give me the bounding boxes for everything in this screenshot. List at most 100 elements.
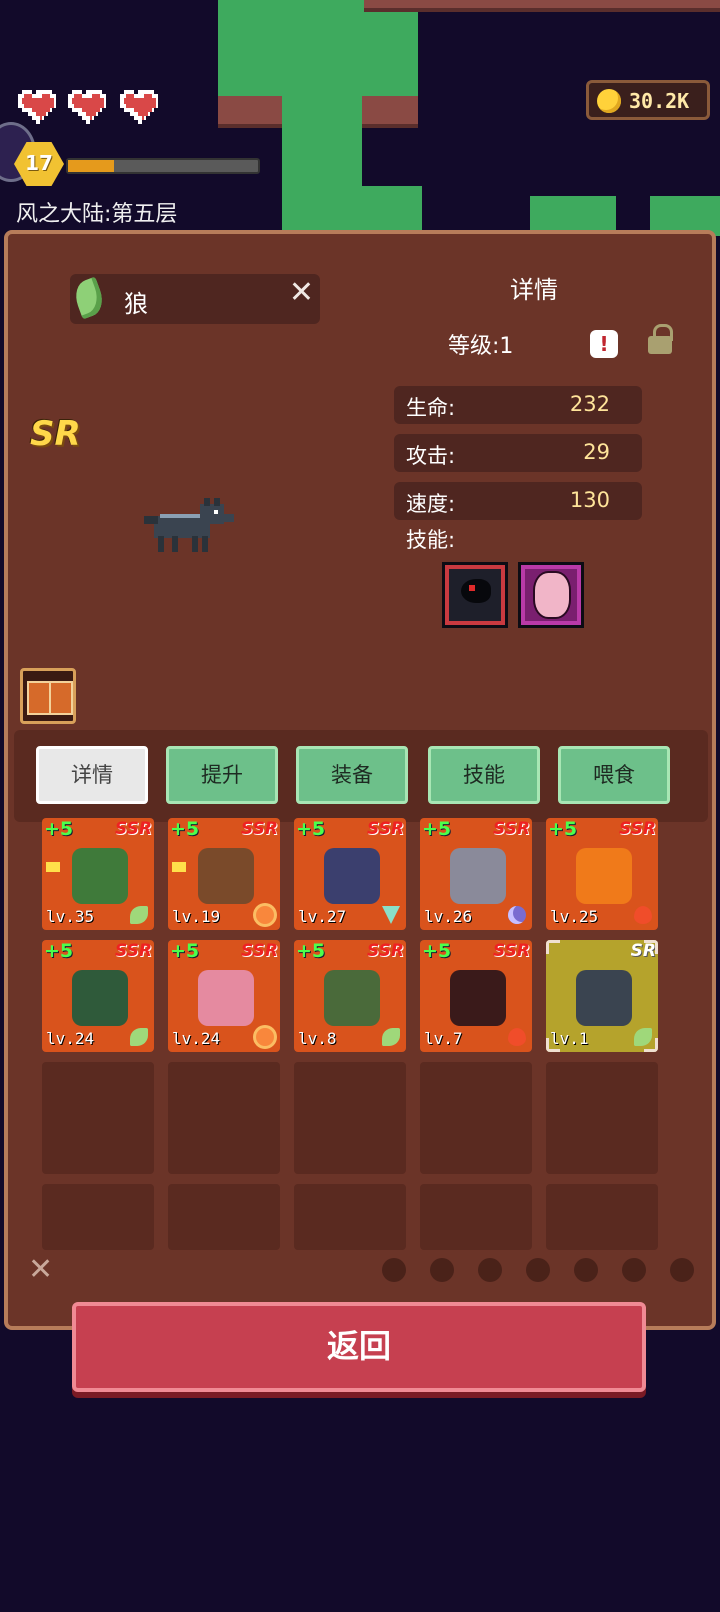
pet-slot[interactable]: +5 SSR lv.26 [420, 818, 532, 930]
enhance-level: +5 [548, 818, 578, 840]
stat-label: 攻击: [406, 444, 456, 468]
flag-icon [172, 862, 186, 872]
pet-slot[interactable]: +5 SSR lv.8 [294, 940, 406, 1052]
empty-pet-slot[interactable] [420, 1184, 532, 1250]
stat-value: 29 [583, 440, 610, 464]
empty-pet-slot[interactable] [294, 1184, 406, 1250]
empty-pet-slot[interactable] [168, 1062, 280, 1174]
stat-row-hp: 生命: 232 [394, 386, 642, 424]
enhance-level: +5 [44, 940, 74, 962]
empty-pet-slot[interactable] [546, 1062, 658, 1174]
rarity-label: SSR [115, 819, 152, 839]
skills-label: 技能: [406, 528, 456, 552]
coin-amount: 30.2K [629, 89, 690, 113]
monster-sprite [324, 848, 380, 904]
tab-3[interactable]: 技能 [428, 746, 540, 804]
fire-filter-icon[interactable] [574, 1258, 598, 1282]
enhance-level: +5 [44, 818, 74, 840]
tab-1[interactable]: 提升 [166, 746, 278, 804]
pet-slot[interactable]: +5 SSR lv.19 [168, 818, 280, 930]
rarity-label: SSR [241, 941, 278, 961]
fire-element-icon [508, 1028, 526, 1046]
rarity-label: SSR [115, 941, 152, 961]
mask-skill-icon[interactable] [518, 562, 584, 628]
player-level-value: 17 [25, 151, 53, 175]
pet-slot[interactable]: +5 SSR lv.24 [42, 940, 154, 1052]
enhance-level: +5 [296, 818, 326, 840]
enhance-level: +5 [422, 940, 452, 962]
sun-element-icon [256, 906, 274, 924]
alert-icon[interactable]: ! [590, 330, 618, 358]
map-dirt-ledge [362, 96, 418, 128]
enhance-level: +5 [170, 940, 200, 962]
pet-slot[interactable]: +5 SSR lv.35 [42, 818, 154, 930]
empty-pet-slot[interactable] [42, 1184, 154, 1250]
xp-bar [66, 158, 260, 174]
return-button[interactable]: 返回 [72, 1302, 646, 1392]
stage-label: 风之大陆:第五层 [16, 202, 178, 227]
selection-corner [644, 940, 658, 954]
stat-value: 232 [569, 392, 610, 416]
moon-filter-icon[interactable] [670, 1258, 694, 1282]
pet-level-label: lv.26 [424, 907, 473, 926]
tab-0[interactable]: 详情 [36, 746, 148, 804]
monster-sprite [198, 970, 254, 1026]
water-filter-icon[interactable] [478, 1258, 502, 1282]
fire-element-icon [634, 906, 652, 924]
leaf-element-icon [130, 1028, 148, 1046]
selection-corner [546, 1038, 560, 1052]
raven-skill-icon[interactable] [442, 562, 508, 628]
pet-slot[interactable]: SR lv.1 [546, 940, 658, 1052]
tab-2[interactable]: 装备 [296, 746, 408, 804]
empty-pet-slot[interactable] [546, 1184, 658, 1250]
enhance-level: +5 [422, 818, 452, 840]
pet-level-label: lv.24 [46, 1029, 95, 1048]
pet-name: 狼 [124, 290, 148, 318]
leaf-filter-icon[interactable] [382, 1258, 406, 1282]
monster-sprite [450, 848, 506, 904]
heart-icon [120, 90, 158, 124]
monster-sprite [450, 970, 506, 1026]
rarity-label: SSR [367, 819, 404, 839]
rarity-label: SSR [493, 819, 530, 839]
tab-4[interactable]: 喂食 [558, 746, 670, 804]
map-grass-tile [218, 0, 418, 96]
pet-slot[interactable]: +5 SSR lv.27 [294, 818, 406, 930]
filter-clear-icon[interactable]: ✕ [28, 1252, 53, 1287]
leaf-element-icon [382, 1028, 400, 1046]
rarity-badge: SR [30, 414, 81, 454]
pet-slot[interactable]: +5 SSR lv.24 [168, 940, 280, 1052]
earth-filter-icon[interactable] [430, 1258, 454, 1282]
empty-pet-slot[interactable] [168, 1184, 280, 1250]
coin-icon [597, 89, 621, 113]
lock-icon[interactable] [648, 324, 674, 354]
monster-sprite [576, 970, 632, 1026]
enhance-level: +5 [296, 940, 326, 962]
monster-sprite [198, 848, 254, 904]
empty-pet-slot[interactable] [420, 1062, 532, 1174]
sun-filter-icon[interactable] [622, 1258, 646, 1282]
pet-level-label: lv.35 [46, 907, 95, 926]
stat-label: 速度: [406, 492, 456, 516]
pet-name-box: 狼 ✕ [70, 274, 320, 324]
stat-label: 生命: [406, 396, 456, 420]
wind-filter-icon[interactable] [526, 1258, 550, 1282]
map-dirt-ledge [218, 96, 282, 128]
map-dirt-ledge [364, 0, 720, 12]
rarity-label: SSR [493, 941, 530, 961]
rarity-label: SSR [241, 819, 278, 839]
pet-slot[interactable]: +5 SSR lv.7 [420, 940, 532, 1052]
empty-pet-slot[interactable] [42, 1062, 154, 1174]
xp-bar-fill [68, 160, 114, 172]
monster-sprite [576, 848, 632, 904]
leaf-element-icon [130, 906, 148, 924]
detail-title: 详情 [510, 276, 558, 304]
pet-slot[interactable]: +5 SSR lv.25 [546, 818, 658, 930]
empty-pet-slot[interactable] [294, 1062, 406, 1174]
close-icon[interactable]: ✕ [289, 278, 314, 308]
pet-level: 等级:1 [448, 334, 514, 359]
pet-level-label: lv.24 [172, 1029, 221, 1048]
coin-counter[interactable]: 30.2K [586, 80, 710, 120]
stat-row-attack: 攻击: 29 [394, 434, 642, 472]
book-icon[interactable] [20, 668, 76, 724]
